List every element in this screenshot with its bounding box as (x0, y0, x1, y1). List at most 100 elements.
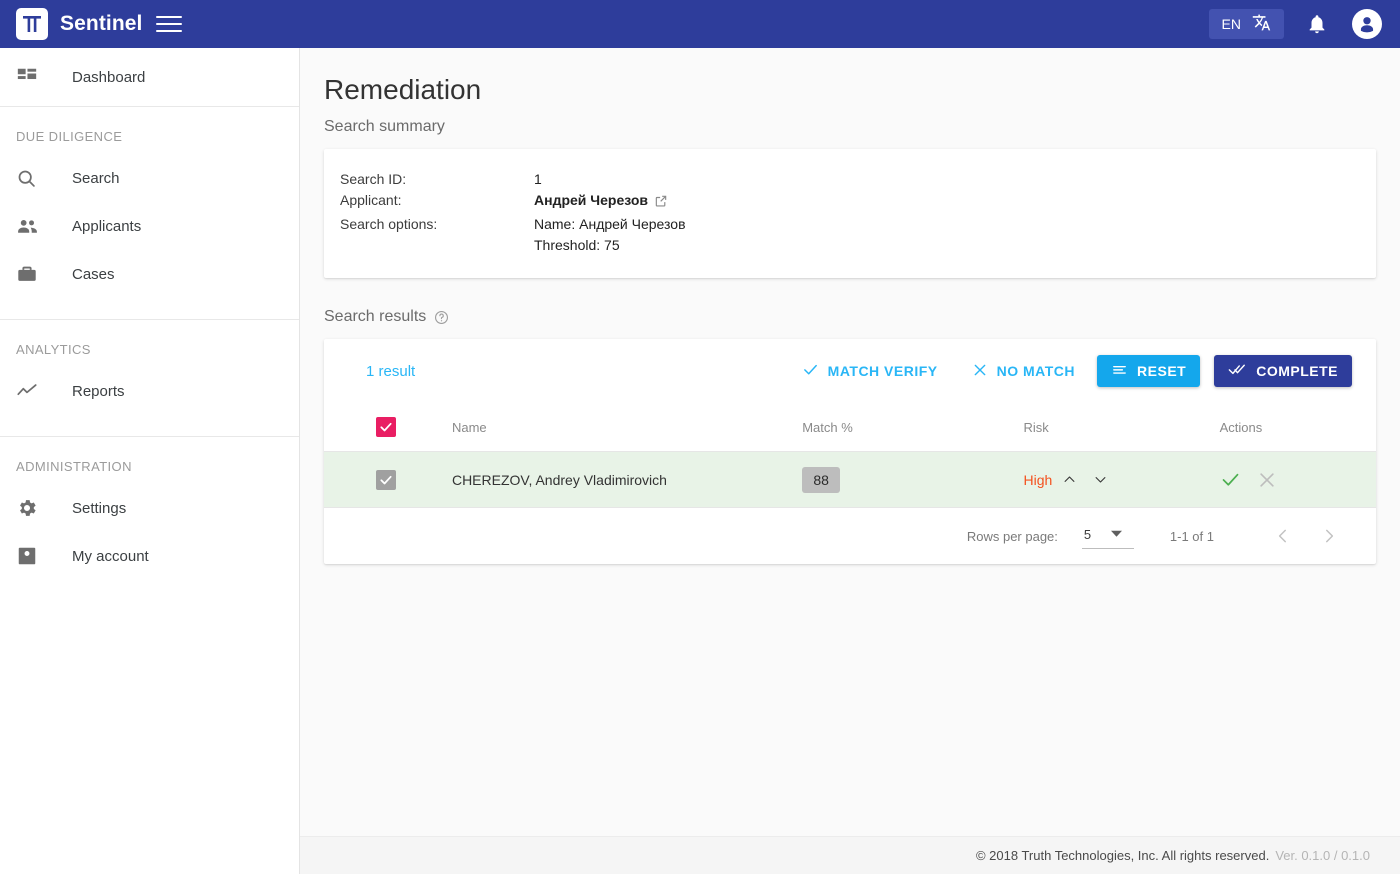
column-header-risk[interactable]: Risk (1023, 403, 1220, 452)
select-all-checkbox[interactable] (376, 417, 396, 437)
language-selector[interactable]: EN (1208, 9, 1284, 39)
summary-label: Applicant: (340, 192, 402, 208)
sidebar-item-label: Dashboard (72, 68, 146, 86)
search-summary-card: Search ID: 1 Applicant: Андрей Черезов S… (324, 149, 1376, 278)
sidebar-item-label: Reports (72, 382, 125, 400)
open-in-new-icon[interactable] (654, 193, 668, 214)
sidebar-item-label: Applicants (72, 217, 142, 235)
row-checkbox (376, 469, 396, 490)
sidebar-item-label: Cases (72, 265, 115, 283)
pagination: Rows per page: 5 1-1 of 1 (324, 508, 1376, 564)
sidebar-item-label: My account (72, 547, 149, 565)
pagination-range: 1-1 of 1 (1169, 528, 1214, 544)
app-title: Sentinel (60, 12, 143, 35)
page-title: Remediation (324, 74, 482, 105)
complete-button[interactable]: COMPLETE (1214, 355, 1352, 387)
accept-match-icon[interactable] (1220, 469, 1241, 490)
chevron-up-icon[interactable] (1056, 468, 1083, 491)
summary-row: Applicant: Андрей Черезов (324, 190, 1376, 214)
footer-copyright: © 2018 Truth Technologies, Inc. All righ… (975, 848, 1270, 863)
sidebar-item-applicants[interactable]: Applicants (0, 202, 299, 250)
row-select-cell (324, 451, 452, 508)
dashboard-icon (16, 66, 56, 88)
double-check-icon (1228, 361, 1247, 381)
footer-version: Ver. 0.1.0 / 0.1.0 (1275, 848, 1370, 863)
reject-match-icon[interactable] (1257, 470, 1277, 490)
result-count[interactable]: 1 result (366, 363, 415, 380)
language-label: EN (1221, 16, 1241, 32)
row-name: CHEREZOV, Andrey Vladimirovich (451, 451, 803, 508)
row-match-cell: 88 (802, 451, 1024, 508)
rows-per-page-select[interactable]: 5 (1081, 524, 1134, 549)
risk-control: High (1023, 468, 1219, 491)
sidebar-dashboard-block: Dashboard (0, 48, 299, 106)
summary-label: Search ID: (340, 171, 407, 187)
select-all-header-cell (324, 403, 452, 452)
chevron-right-icon[interactable] (1306, 527, 1352, 545)
account-box-icon (16, 545, 56, 567)
row-actions-cell (1219, 451, 1376, 508)
bell-icon[interactable] (1306, 13, 1328, 35)
briefcase-icon (16, 263, 56, 285)
translate-icon (1252, 13, 1271, 35)
search-results-card: 1 result MATCH VERIFY NO MATCH RESET COM… (324, 339, 1376, 564)
rows-per-page-label: Rows per page: (966, 528, 1058, 544)
search-icon (16, 168, 56, 189)
column-header-match[interactable]: Match % (802, 403, 1024, 452)
match-verify-label: MATCH VERIFY (827, 363, 938, 379)
table-row[interactable]: CHEREZOV, Andrey Vladimirovich 88 High (324, 451, 1376, 508)
sidebar-section-title-analytics: ANALYTICS (16, 342, 91, 357)
no-match-button[interactable]: NO MATCH (964, 354, 1083, 389)
app-bar-actions: EN (1208, 9, 1400, 39)
close-icon (972, 362, 988, 381)
reset-button[interactable]: RESET (1097, 355, 1201, 387)
sidebar-item-dashboard[interactable]: Dashboard (0, 54, 299, 100)
toolbar-actions: MATCH VERIFY NO MATCH RESET COMPLETE (794, 353, 1352, 389)
sidebar-item-my-account[interactable]: My account (0, 532, 299, 580)
rows-per-page-value: 5 (1083, 526, 1092, 542)
sidebar-item-reports[interactable]: Reports (0, 367, 299, 415)
help-circle-icon[interactable] (434, 310, 449, 325)
list-lines-icon (1111, 361, 1128, 381)
summary-row: Threshold: 75 (324, 235, 1376, 256)
summary-label-empty (340, 235, 534, 256)
sidebar-item-label: Settings (72, 499, 127, 517)
main-content: Remediation Search summary Search ID: 1 … (300, 48, 1400, 874)
column-header-actions: Actions (1219, 403, 1376, 452)
summary-label: Search options: (340, 216, 438, 232)
row-risk-cell: High (1023, 451, 1220, 508)
app-bar: Sentinel EN (0, 0, 1400, 48)
chevron-down-icon[interactable] (1087, 468, 1114, 491)
summary-row: Search ID: 1 (324, 169, 1376, 190)
summary-value: Name: Андрей Черезов (534, 216, 686, 232)
sidebar-item-settings[interactable]: Settings (0, 484, 299, 532)
sidebar: Dashboard DUE DILIGENCE Search Applicant… (0, 48, 300, 874)
sidebar-item-cases[interactable]: Cases (0, 250, 299, 298)
account-circle-icon[interactable] (1352, 9, 1382, 39)
results-table: Name Match % Risk Actions CHEREZOV, Andr… (324, 403, 1376, 508)
gear-icon (16, 497, 56, 519)
column-header-name[interactable]: Name (451, 403, 803, 452)
search-results-heading: Search results (324, 308, 427, 325)
summary-row: Search options: Name: Андрей Черезов (324, 214, 1376, 235)
risk-level-label: High (1023, 471, 1053, 488)
footer: © 2018 Truth Technologies, Inc. All righ… (300, 836, 1400, 874)
applicant-name: Андрей Черезов (534, 192, 649, 208)
complete-label: COMPLETE (1256, 363, 1338, 379)
summary-value: Threshold: 75 (534, 237, 620, 253)
sidebar-section-title-administration: ADMINISTRATION (16, 459, 132, 474)
search-results-heading-row: Search results (324, 308, 1400, 326)
sidebar-item-search[interactable]: Search (0, 154, 299, 202)
triangle-down-icon (1111, 527, 1123, 542)
sidebar-section-title-due-diligence: DUE DILIGENCE (16, 129, 123, 144)
table-header-row: Name Match % Risk Actions (324, 403, 1376, 452)
summary-value-applicant: Андрей Черезов (534, 190, 668, 214)
hamburger-menu-icon[interactable] (156, 12, 183, 36)
match-verify-button[interactable]: MATCH VERIFY (794, 353, 946, 389)
chevron-left-icon[interactable] (1260, 527, 1306, 545)
row-actions (1220, 469, 1376, 490)
check-icon (802, 361, 819, 381)
people-icon (16, 215, 56, 238)
trending-line-icon (16, 380, 56, 402)
tt-monogram-logo-icon[interactable] (16, 8, 48, 40)
